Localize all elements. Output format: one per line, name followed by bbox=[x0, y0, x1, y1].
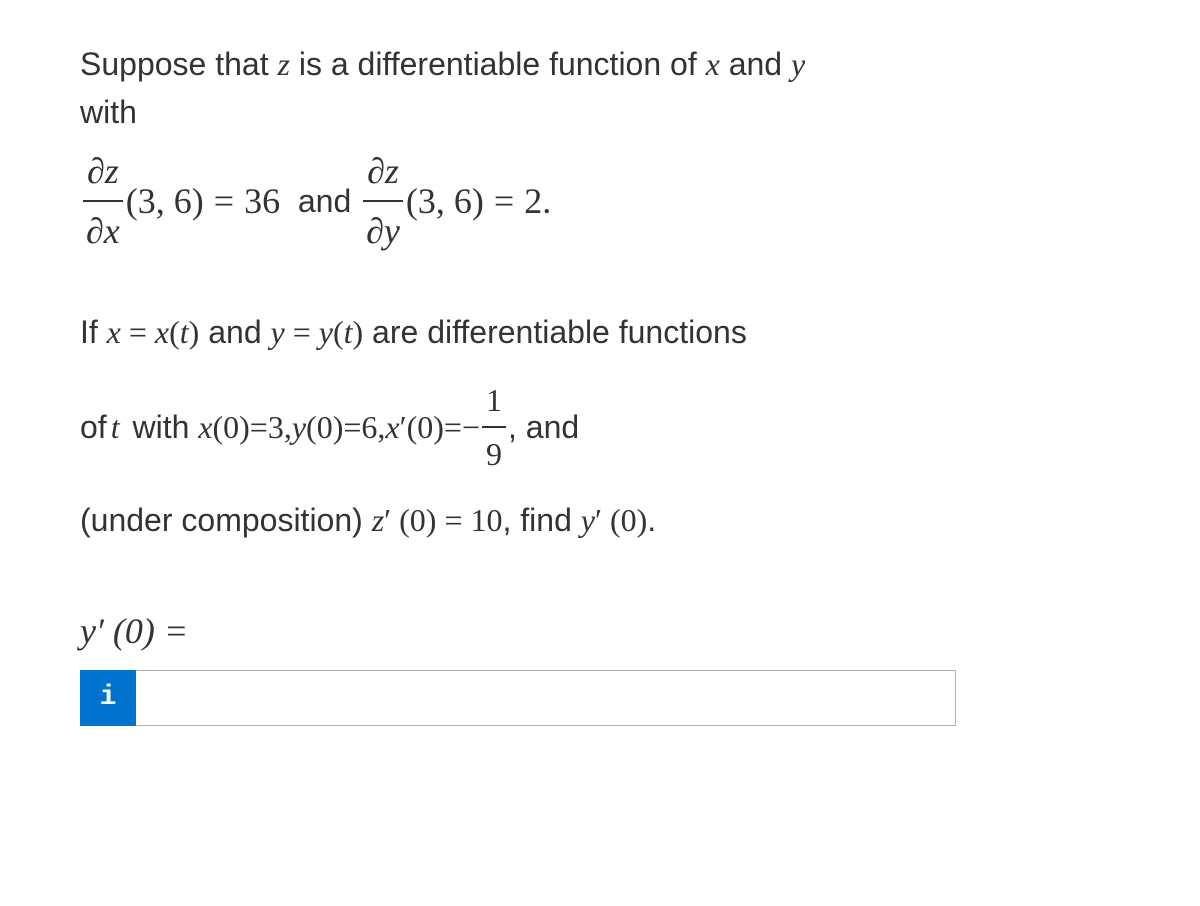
p1-suffix: are differentiable functions bbox=[363, 314, 747, 350]
p2-eq3: = bbox=[444, 403, 462, 451]
paragraph-1: If x = x(t) and y = y(t) are differentia… bbox=[80, 308, 1120, 356]
p1-xt: x bbox=[155, 314, 169, 350]
p1-eq1: = bbox=[121, 314, 155, 350]
p1-lparen1: ( bbox=[169, 314, 180, 350]
p3-period: . bbox=[647, 502, 656, 538]
intro-and: and bbox=[720, 46, 791, 82]
fraction-dzdy: ∂z ∂y bbox=[362, 144, 404, 258]
and-text: and bbox=[280, 177, 360, 225]
p1-y: y bbox=[271, 314, 285, 350]
p2-xprime: x bbox=[385, 403, 399, 451]
p3-arg: (0) bbox=[391, 502, 436, 538]
p2-of: of bbox=[80, 403, 107, 451]
answer-section: y′ (0) = i bbox=[80, 604, 1120, 726]
ans-prime: ′ bbox=[96, 611, 104, 651]
info-icon: i bbox=[100, 677, 117, 719]
problem-intro: Suppose that z is a differentiable funct… bbox=[80, 40, 1120, 136]
p3-prefix: (under composition) bbox=[80, 502, 372, 538]
p3-val: 10 bbox=[471, 502, 503, 538]
p2-eq2: = bbox=[343, 403, 361, 451]
p2-x: x bbox=[198, 403, 212, 451]
info-button[interactable]: i bbox=[80, 670, 136, 726]
var-z: z bbox=[277, 46, 289, 82]
p3-find: , find bbox=[503, 502, 581, 538]
value-36: 36 bbox=[244, 174, 280, 228]
intro-text-2: is a differentiable function of bbox=[290, 46, 706, 82]
dz-numerator-2: ∂z bbox=[363, 144, 403, 202]
p2-comma-and: , and bbox=[508, 403, 579, 451]
dx-denominator: ∂x bbox=[82, 202, 124, 258]
point-1: (3, 6) bbox=[126, 174, 204, 228]
p3-prime2: ′ bbox=[595, 502, 602, 538]
p1-lparen2: ( bbox=[333, 314, 344, 350]
partial-derivative-equation: ∂z ∂x (3, 6) = 36 and ∂z ∂y (3, 6) = 2 . bbox=[80, 144, 1120, 258]
p2-prime1: ′ bbox=[400, 403, 407, 451]
fraction-dzdx: ∂z ∂x bbox=[82, 144, 124, 258]
p1-yt: y bbox=[319, 314, 333, 350]
dz-numerator-1: ∂z bbox=[83, 144, 123, 202]
frac-den: 9 bbox=[482, 428, 506, 478]
p2-eq1: = bbox=[250, 403, 268, 451]
p2-y0arg: (0) bbox=[306, 403, 343, 451]
p1-rparen2: ) bbox=[353, 314, 364, 350]
ans-y: y bbox=[80, 611, 96, 651]
intro-with: with bbox=[80, 88, 1120, 136]
equals-1: = bbox=[214, 174, 234, 228]
answer-label: y′ (0) = bbox=[80, 604, 1120, 658]
p1-t2: t bbox=[344, 314, 353, 350]
p1-if: If bbox=[80, 314, 107, 350]
p3-y: y bbox=[581, 502, 595, 538]
intro-text-1: Suppose that bbox=[80, 46, 277, 82]
p2-neg: − bbox=[462, 403, 480, 451]
p2-xparg: (0) bbox=[407, 403, 444, 451]
p3-z: z bbox=[372, 502, 384, 538]
var-x: x bbox=[706, 46, 720, 82]
p2-val1: 3, bbox=[268, 403, 292, 451]
p3-eq: = bbox=[436, 502, 470, 538]
p2-x0arg: (0) bbox=[212, 403, 249, 451]
p3-yarg: (0) bbox=[602, 502, 647, 538]
dy-denominator: ∂y bbox=[362, 202, 404, 258]
paragraph-3: (under composition) z′ (0) = 10, find y′… bbox=[80, 496, 1120, 544]
paragraph-2: of t with x(0) = 3, y(0) = 6, x′ (0) = −… bbox=[80, 376, 1120, 478]
fraction-1-9: 19 bbox=[482, 376, 506, 478]
value-2: 2 bbox=[524, 174, 542, 228]
p2-val2: 6, bbox=[361, 403, 385, 451]
p2-t: t bbox=[111, 403, 120, 451]
ans-arg: (0) bbox=[104, 611, 155, 651]
p1-and: and bbox=[199, 314, 270, 350]
ans-eq: = bbox=[155, 611, 188, 651]
answer-input[interactable] bbox=[136, 670, 956, 726]
p1-eq2: = bbox=[285, 314, 319, 350]
p1-t1: t bbox=[180, 314, 189, 350]
answer-input-row: i bbox=[80, 670, 1120, 726]
p1-x: x bbox=[107, 314, 121, 350]
period-1: . bbox=[542, 174, 551, 228]
p2-y: y bbox=[292, 403, 306, 451]
var-y: y bbox=[791, 46, 805, 82]
p1-rparen1: ) bbox=[189, 314, 200, 350]
p2-with: with bbox=[124, 403, 199, 451]
point-2: (3, 6) bbox=[406, 174, 484, 228]
frac-num: 1 bbox=[482, 376, 506, 428]
equals-2: = bbox=[494, 174, 514, 228]
